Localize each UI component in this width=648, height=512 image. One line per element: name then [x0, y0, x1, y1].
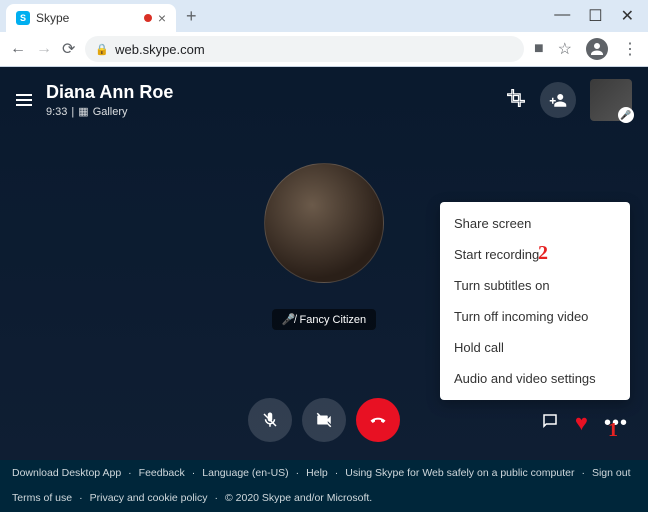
footer-link[interactable]: Sign out	[592, 465, 631, 482]
window-controls: — ☐ ✕	[554, 6, 648, 26]
mic-muted-icon: 🎤̸	[282, 313, 296, 326]
footer: Download Desktop App· Feedback· Language…	[0, 460, 648, 512]
more-options-menu: Share screen Start recording Turn subtit…	[440, 202, 630, 400]
menu-incoming-video[interactable]: Turn off incoming video	[440, 301, 630, 332]
kebab-menu-icon[interactable]: ⋮	[622, 39, 638, 59]
camera-icon[interactable]: ■	[534, 40, 544, 58]
heart-reaction-icon[interactable]: ♥	[575, 410, 588, 436]
footer-link[interactable]: Help	[306, 465, 328, 482]
skype-favicon: S	[16, 11, 30, 25]
footer-link[interactable]: Feedback	[139, 465, 185, 482]
call-duration: 9:33	[46, 106, 67, 118]
annotation-2: 2	[538, 242, 548, 265]
new-tab-button[interactable]: +	[186, 6, 197, 27]
footer-link[interactable]: Using Skype for Web safely on a public c…	[345, 465, 574, 482]
footer-link[interactable]: Download Desktop App	[12, 465, 121, 482]
tab-bar: S Skype × + — ☐ ✕	[0, 0, 648, 32]
reload-icon[interactable]: ⟳	[62, 39, 75, 59]
call-header: Diana Ann Roe 9:33 | ▦ Gallery 🎤	[0, 67, 648, 133]
back-icon[interactable]: ←	[10, 40, 26, 58]
contact-avatar	[264, 163, 384, 283]
camera-off-button[interactable]	[302, 398, 346, 442]
call-screen: Diana Ann Roe 9:33 | ▦ Gallery 🎤 🎤̸ Fanc…	[0, 67, 648, 460]
forward-icon: →	[36, 40, 52, 58]
self-thumbnail[interactable]: 🎤	[590, 79, 632, 121]
footer-copyright: © 2020 Skype and/or Microsoft.	[225, 490, 372, 507]
footer-link[interactable]: Terms of use	[12, 490, 72, 507]
lock-icon: 🔒	[95, 43, 109, 56]
annotation-1: 1	[608, 419, 618, 442]
address-bar: ← → ⟳ 🔒 web.skype.com ■ ☆ ⋮	[0, 32, 648, 66]
call-controls	[248, 398, 400, 442]
browser-chrome: S Skype × + — ☐ ✕ ← → ⟳ 🔒 web.skype.com …	[0, 0, 648, 67]
bookmark-star-icon[interactable]: ☆	[558, 39, 572, 59]
recording-indicator-icon	[144, 14, 152, 22]
account-icon[interactable]	[586, 38, 608, 60]
gallery-icon: ▦	[78, 105, 88, 118]
menu-hold-call[interactable]: Hold call	[440, 332, 630, 363]
menu-av-settings[interactable]: Audio and video settings	[440, 363, 630, 394]
url-text: web.skype.com	[115, 42, 205, 57]
menu-share-screen[interactable]: Share screen	[440, 208, 630, 239]
tab-close-icon[interactable]: ×	[158, 10, 166, 26]
mute-mic-button[interactable]	[248, 398, 292, 442]
footer-link[interactable]: Privacy and cookie policy	[90, 490, 208, 507]
url-field[interactable]: 🔒 web.skype.com	[85, 36, 524, 62]
menu-start-recording[interactable]: Start recording	[440, 239, 630, 270]
footer-link[interactable]: Language (en-US)	[202, 465, 288, 482]
contact-name: Diana Ann Roe	[46, 82, 173, 103]
call-info: Diana Ann Roe 9:33 | ▦ Gallery	[46, 82, 173, 118]
maximize-icon[interactable]: ☐	[588, 6, 602, 26]
minimize-icon[interactable]: —	[554, 6, 570, 26]
chat-icon[interactable]	[541, 412, 559, 435]
browser-tab[interactable]: S Skype ×	[6, 4, 176, 32]
end-call-button[interactable]	[356, 398, 400, 442]
self-name-chip: 🎤̸ Fancy Citizen	[272, 309, 376, 330]
crop-icon[interactable]	[506, 88, 526, 113]
mic-muted-badge-icon: 🎤	[618, 107, 634, 123]
view-label[interactable]: Gallery	[93, 106, 128, 118]
add-participant-button[interactable]	[540, 82, 576, 118]
tab-title: Skype	[36, 11, 138, 25]
menu-subtitles[interactable]: Turn subtitles on	[440, 270, 630, 301]
close-window-icon[interactable]: ✕	[621, 6, 634, 26]
hamburger-icon[interactable]	[16, 94, 32, 106]
